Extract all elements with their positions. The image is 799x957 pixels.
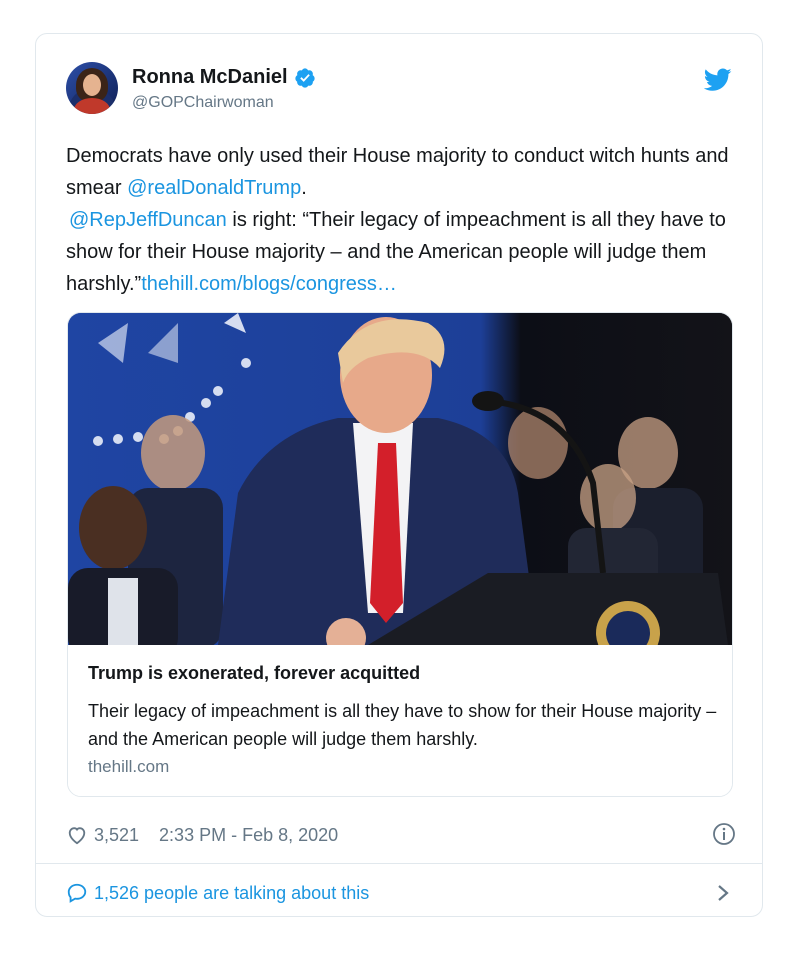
- chevron-right-icon[interactable]: [716, 882, 730, 904]
- tweet-timestamp[interactable]: 2:33 PM - Feb 8, 2020: [159, 825, 338, 846]
- preview-domain: thehill.com: [88, 757, 170, 776]
- tweet-text: Democrats have only used their House maj…: [66, 140, 746, 300]
- tweet-text-part-2: .: [301, 177, 307, 199]
- mention-realdonaldtrump[interactable]: @realDonaldTrump: [127, 177, 301, 199]
- conversation-link[interactable]: 1,526 people are talking about this: [66, 880, 736, 906]
- info-icon[interactable]: [712, 822, 736, 846]
- verified-badge-icon: [294, 67, 315, 88]
- link-preview-card[interactable]: Trump is exonerated, forever acquitted T…: [67, 312, 733, 797]
- tweet-meta-row: 3,521 2:33 PM - Feb 8, 2020: [66, 822, 736, 848]
- speech-bubble-icon: [67, 883, 87, 903]
- divider: [36, 863, 762, 864]
- tweet-link[interactable]: thehill.com/blogs/congress…: [141, 273, 397, 295]
- mention-repjeffduncan[interactable]: @RepJeffDuncan: [69, 209, 227, 231]
- tweet-embed-card: Ronna McDaniel @GOPChairwoman Democrats …: [35, 33, 763, 917]
- avatar-face: [83, 74, 101, 96]
- preview-photo[interactable]: [68, 313, 733, 645]
- author-handle[interactable]: @GOPChairwoman: [132, 94, 274, 112]
- twitter-bird-icon[interactable]: [704, 68, 732, 92]
- preview-meta[interactable]: Trump is exonerated, forever acquitted T…: [68, 645, 732, 796]
- author-name-row[interactable]: Ronna McDaniel: [132, 66, 316, 89]
- preview-title[interactable]: Trump is exonerated, forever acquitted: [88, 663, 420, 684]
- avatar-shirt: [74, 98, 110, 114]
- author-name[interactable]: Ronna McDaniel: [132, 66, 288, 89]
- like-count[interactable]: 3,521: [94, 825, 139, 846]
- preview-description: Their legacy of impeachment is all they …: [88, 701, 717, 749]
- talking-count[interactable]: 1,526 people are talking about this: [94, 883, 369, 904]
- heart-icon[interactable]: [66, 825, 88, 845]
- avatar[interactable]: [66, 62, 118, 114]
